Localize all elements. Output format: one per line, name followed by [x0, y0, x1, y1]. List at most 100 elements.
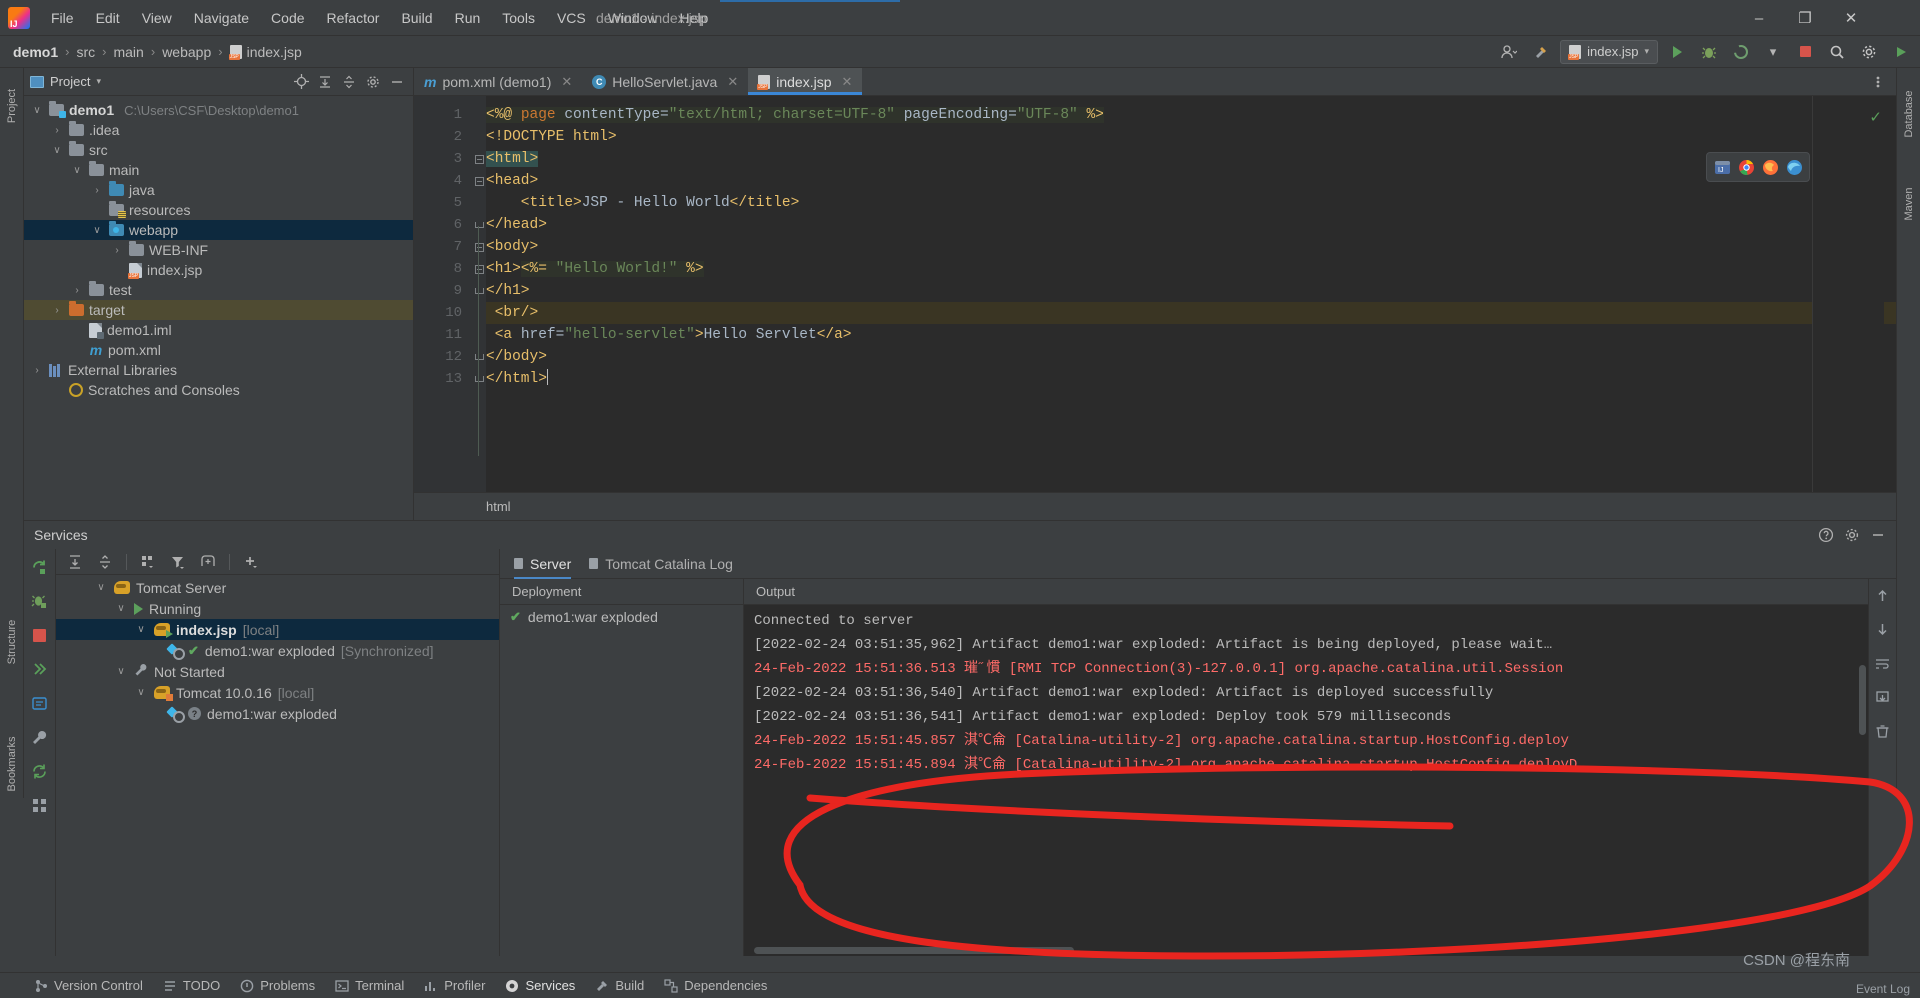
- status-item-dependencies[interactable]: Dependencies: [664, 978, 767, 993]
- tree-item-src[interactable]: ∨ src: [24, 140, 413, 160]
- services-item-index-jsp[interactable]: ∨ index.jsp [local]: [56, 619, 499, 640]
- updates-icon[interactable]: [1888, 40, 1914, 64]
- settings-gear-icon[interactable]: [1842, 525, 1862, 545]
- more-run-actions-icon[interactable]: ▾: [1760, 40, 1786, 64]
- inspection-status-icon[interactable]: ✓: [1869, 108, 1882, 126]
- tree-item-external-libraries[interactable]: › External Libraries: [24, 360, 413, 380]
- chevron-icon[interactable]: ›: [50, 125, 64, 136]
- settings-gear-icon[interactable]: [1856, 40, 1882, 64]
- status-item-terminal[interactable]: Terminal: [335, 978, 404, 993]
- tree-item-index-jsp[interactable]: index.jsp: [24, 260, 413, 280]
- chevron-icon[interactable]: ∨: [94, 582, 108, 593]
- tab-server[interactable]: Server: [514, 549, 572, 579]
- trash-icon[interactable]: [1873, 721, 1893, 741]
- services-item-tomcat-10[interactable]: ∨ Tomcat 10.0.16 [local]: [56, 682, 499, 703]
- tool-window-database[interactable]: Database: [1903, 84, 1915, 144]
- scroll-down-icon[interactable]: [1873, 619, 1893, 639]
- fold-marker-head-end[interactable]: [472, 214, 486, 236]
- tree-item-pom-xml[interactable]: m pom.xml: [24, 340, 413, 360]
- tree-item-web-inf[interactable]: › WEB-INF: [24, 240, 413, 260]
- tree-item-resources[interactable]: resources: [24, 200, 413, 220]
- output-horizontal-scrollbar[interactable]: [754, 947, 1074, 954]
- fold-marker-html-end[interactable]: [472, 368, 486, 390]
- menu-item-view[interactable]: View: [131, 0, 183, 36]
- chevron-down-icon[interactable]: ▾: [96, 76, 101, 87]
- services-item-not-started[interactable]: ∨ Not Started: [56, 661, 499, 682]
- menu-item-edit[interactable]: Edit: [85, 0, 131, 36]
- breadcrumb-webapp[interactable]: webapp: [159, 44, 214, 60]
- close-button[interactable]: ✕: [1828, 0, 1874, 36]
- chevron-icon[interactable]: ›: [90, 185, 104, 196]
- hide-panel-icon[interactable]: [387, 72, 407, 92]
- menu-item-tools[interactable]: Tools: [491, 0, 546, 36]
- tool-window-bookmarks[interactable]: Bookmarks: [6, 734, 18, 794]
- tree-item-demo1-iml[interactable]: demo1.iml: [24, 320, 413, 340]
- hide-panel-icon[interactable]: [1868, 525, 1888, 545]
- menu-item-refactor[interactable]: Refactor: [316, 0, 391, 36]
- menu-item-run[interactable]: Run: [444, 0, 492, 36]
- run-configuration-selector[interactable]: index.jsp ▾: [1560, 39, 1658, 64]
- services-item-tomcat-server[interactable]: ∨ Tomcat Server: [56, 577, 499, 598]
- add-frame-icon[interactable]: [199, 553, 217, 571]
- chrome-icon[interactable]: [1735, 156, 1757, 178]
- tab-index-jsp[interactable]: index.jsp ✕: [748, 68, 863, 95]
- menu-item-file[interactable]: File: [40, 0, 85, 36]
- tab-helloservlet-java[interactable]: C HelloServlet.java ✕: [582, 68, 748, 95]
- fold-marker-h1[interactable]: [472, 258, 486, 280]
- fold-marker-body-end[interactable]: [472, 346, 486, 368]
- collapse-all-icon[interactable]: [96, 553, 114, 571]
- tree-item-test[interactable]: › test: [24, 280, 413, 300]
- scroll-to-end-icon[interactable]: [1873, 687, 1893, 707]
- settings-gear-icon[interactable]: [363, 72, 383, 92]
- edit-configuration-icon[interactable]: [30, 693, 50, 713]
- debug-icon[interactable]: [1696, 40, 1722, 64]
- search-icon[interactable]: [1824, 40, 1850, 64]
- tree-item-main[interactable]: ∨ main: [24, 160, 413, 180]
- tab-pom-xml[interactable]: m pom.xml (demo1) ✕: [414, 68, 582, 95]
- services-item-artifact-unknown[interactable]: ? demo1:war exploded: [56, 703, 499, 724]
- chevron-icon[interactable]: ∨: [70, 165, 84, 176]
- status-item-profiler[interactable]: Profiler: [424, 978, 485, 993]
- add-icon[interactable]: [242, 553, 260, 571]
- tree-item-scratches-and-consoles[interactable]: Scratches and Consoles: [24, 380, 413, 400]
- refresh-icon[interactable]: [30, 761, 50, 781]
- build-hammer-icon[interactable]: [1528, 40, 1554, 64]
- menu-item-build[interactable]: Build: [390, 0, 443, 36]
- editor-options-icon[interactable]: [1868, 72, 1888, 92]
- fold-marker-h1-end[interactable]: [472, 280, 486, 302]
- close-icon[interactable]: ✕: [842, 74, 853, 90]
- stop-icon[interactable]: [1792, 40, 1818, 64]
- debug-icon[interactable]: [30, 591, 50, 611]
- breadcrumb-demo1[interactable]: demo1: [10, 44, 61, 60]
- tool-window-maven[interactable]: Maven: [1903, 174, 1915, 234]
- code-editor[interactable]: 1 2 3 4 5 6 7 8 9 10 11 12 13 <%@ page c…: [414, 96, 1896, 520]
- locate-file-icon[interactable]: [291, 72, 311, 92]
- status-item-problems[interactable]: Problems: [240, 978, 315, 993]
- tree-item-target[interactable]: › target: [24, 300, 413, 320]
- chevron-icon[interactable]: ∨: [114, 603, 128, 614]
- status-item-version-control[interactable]: Version Control: [34, 978, 143, 993]
- menu-item-vcs[interactable]: VCS: [546, 0, 597, 36]
- collapse-all-icon[interactable]: [339, 72, 359, 92]
- tool-window-structure[interactable]: Structure: [6, 612, 18, 672]
- run-icon[interactable]: [1664, 40, 1690, 64]
- chevron-icon[interactable]: ∨: [114, 666, 128, 677]
- close-icon[interactable]: ✕: [561, 74, 572, 90]
- filter-icon[interactable]: [169, 553, 187, 571]
- fold-marker-head[interactable]: [472, 170, 486, 192]
- chevron-icon[interactable]: ›: [70, 285, 84, 296]
- rerun-icon[interactable]: [30, 557, 50, 577]
- tree-item-java[interactable]: › java: [24, 180, 413, 200]
- tool-window-project[interactable]: Project: [6, 76, 18, 136]
- wrench-icon[interactable]: [30, 727, 50, 747]
- status-item-build[interactable]: Build: [595, 978, 644, 993]
- event-log-link[interactable]: Event Log: [1856, 982, 1910, 996]
- services-item-artifact-synchronized[interactable]: ✔ demo1:war exploded [Synchronized]: [56, 640, 499, 661]
- chevron-icon[interactable]: ∨: [134, 624, 148, 635]
- maximize-button[interactable]: ❐: [1782, 0, 1828, 36]
- editor-breadcrumb-html[interactable]: html: [486, 499, 511, 514]
- tree-item-demo1[interactable]: ∨ demo1 C:\Users\CSF\Desktop\demo1: [24, 100, 413, 120]
- breadcrumb-main[interactable]: main: [110, 44, 146, 60]
- tab-tomcat-catalina-log[interactable]: Tomcat Catalina Log: [589, 549, 733, 579]
- chevron-icon[interactable]: ›: [110, 245, 124, 256]
